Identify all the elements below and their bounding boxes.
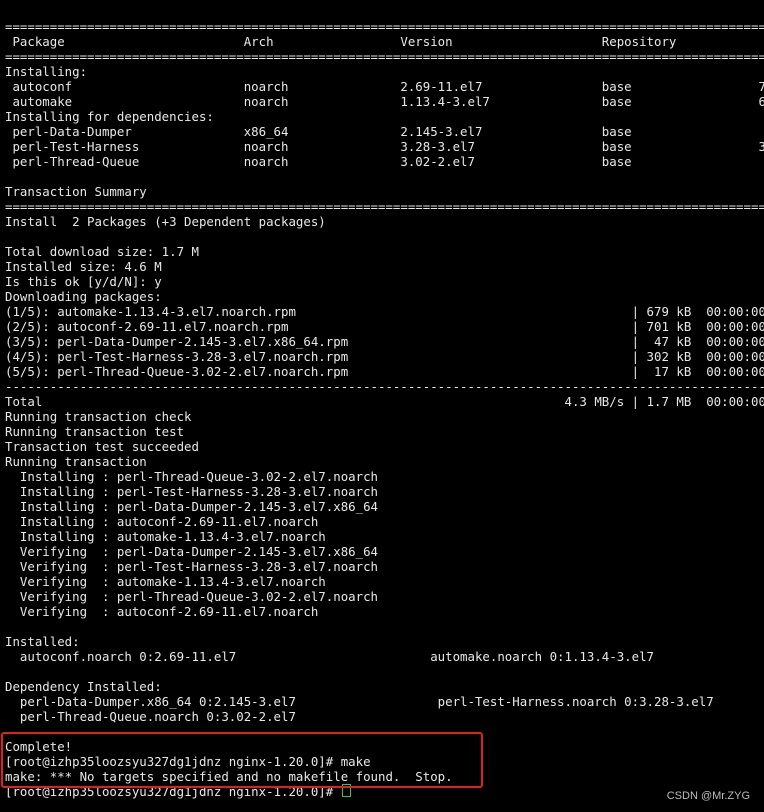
terminal-line: ========================================… (5, 49, 764, 64)
terminal-window[interactable]: ========================================… (0, 0, 764, 812)
terminal-line: Installing : perl-Thread-Queue-3.02-2.el… (5, 469, 764, 484)
highlight-annotation-box (1, 732, 483, 788)
terminal-line: (5/5): perl-Thread-Queue-3.02-2.el7.noar… (5, 364, 764, 379)
terminal-line: Transaction Summary (5, 184, 147, 199)
terminal-line: Verifying : autoconf-2.69-11.el7.noarch … (5, 604, 764, 619)
terminal-line: autoconf noarch 2.69-11.el7 base 701 k (5, 79, 764, 94)
terminal-line: Installing : perl-Test-Harness-3.28-3.el… (5, 484, 764, 499)
terminal-line: Running transaction check (5, 409, 192, 424)
terminal-line: Installing : autoconf-2.69-11.el7.noarch… (5, 514, 764, 529)
terminal-line: Installed size: 4.6 M (5, 259, 162, 274)
terminal-line: Verifying : automake-1.13.4-3.el7.noarch… (5, 574, 764, 589)
terminal-line: Downloading packages: (5, 289, 162, 304)
terminal-line: Package Arch Version Repository Size (5, 34, 764, 49)
terminal-line: autoconf.noarch 0:2.69-11.el7 automake.n… (5, 649, 655, 664)
terminal-line: (1/5): automake-1.13.4-3.el7.noarch.rpm … (5, 304, 764, 319)
terminal-line: (3/5): perl-Data-Dumper-2.145-3.el7.x86_… (5, 334, 764, 349)
terminal-line: Running transaction (5, 454, 147, 469)
terminal-line: perl-Data-Dumper.x86_64 0:2.145-3.el7 pe… (5, 694, 714, 709)
terminal-line: Verifying : perl-Thread-Queue-3.02-2.el7… (5, 589, 764, 604)
terminal-line: (4/5): perl-Test-Harness-3.28-3.el7.noar… (5, 349, 764, 364)
terminal-line: perl-Thread-Queue noarch 3.02-2.el7 base… (5, 154, 764, 169)
terminal-line: ========================================… (5, 19, 764, 34)
terminal-output: ========================================… (5, 19, 764, 799)
terminal-line: Installing: (5, 64, 88, 79)
terminal-line: Install 2 Packages (+3 Dependent package… (5, 214, 326, 229)
terminal-line: Dependency Installed: (5, 679, 162, 694)
terminal-line: perl-Data-Dumper x86_64 2.145-3.el7 base… (5, 124, 764, 139)
terminal-line: automake noarch 1.13.4-3.el7 base 679 k (5, 94, 764, 109)
terminal-line: perl-Thread-Queue.noarch 0:3.02-2.el7 (5, 709, 296, 724)
terminal-line: Running transaction test (5, 424, 185, 439)
terminal-line: Verifying : perl-Test-Harness-3.28-3.el7… (5, 559, 764, 574)
terminal-line: Installing for dependencies: (5, 109, 214, 124)
terminal-line: Installing : automake-1.13.4-3.el7.noarc… (5, 529, 764, 544)
terminal-line: (2/5): autoconf-2.69-11.el7.noarch.rpm |… (5, 319, 764, 334)
terminal-line: Verifying : perl-Data-Dumper-2.145-3.el7… (5, 544, 764, 559)
terminal-line: ========================================… (5, 199, 764, 214)
terminal-line: Installing : perl-Data-Dumper-2.145-3.el… (5, 499, 764, 514)
terminal-line: Transaction test succeeded (5, 439, 199, 454)
terminal-line: ----------------------------------------… (5, 379, 764, 394)
terminal-line: Total download size: 1.7 M (5, 244, 199, 259)
terminal-line: Is this ok [y/d/N]: y (5, 274, 162, 289)
watermark: CSDN @Mr.ZYG (666, 790, 750, 802)
terminal-line: perl-Test-Harness noarch 3.28-3.el7 base… (5, 139, 764, 154)
terminal-line: Installed: (5, 634, 80, 649)
terminal-line: Total 4.3 MB/s | 1.7 MB 00:00:00 (5, 394, 764, 409)
